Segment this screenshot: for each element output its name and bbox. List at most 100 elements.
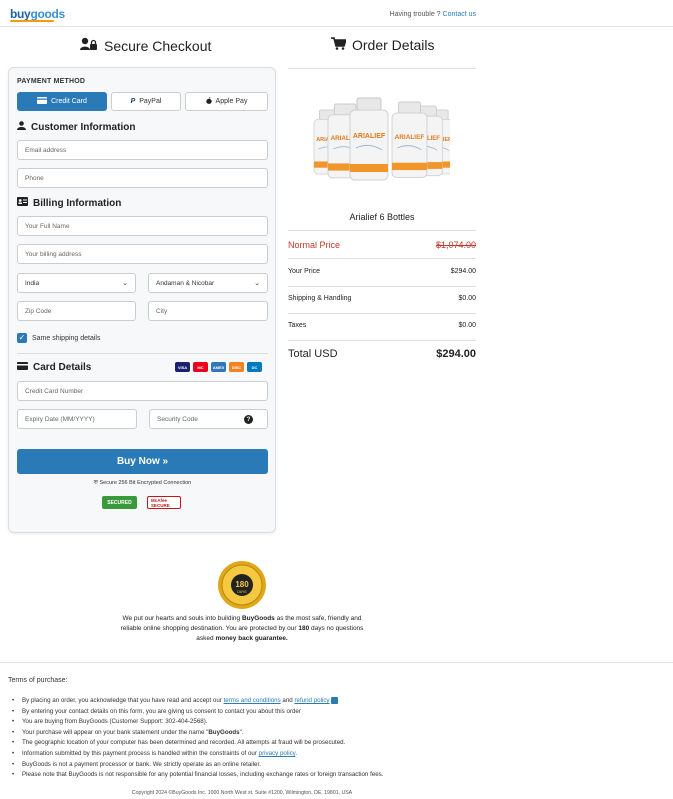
city-field[interactable]: City (148, 301, 268, 321)
zip-code-field[interactable]: Zip Code (17, 301, 136, 321)
question-circle-icon[interactable]: ? (244, 415, 253, 424)
terms-text: By placing an order, you acknowledge tha… (22, 697, 224, 704)
terms-and-conditions-link[interactable]: terms and conditions (224, 697, 281, 704)
country-select[interactable]: India ⌄ (17, 273, 136, 293)
your-price-value: $294.00 (450, 268, 476, 275)
mcafee-badge-text: McAfee SECURE (151, 497, 170, 508)
logo-text-buy: buy (10, 7, 31, 21)
buygoods-logo[interactable]: buygoods (10, 7, 65, 21)
contact-us-link[interactable]: Contact us (443, 11, 476, 18)
credit-card-option-button[interactable]: Credit Card (17, 92, 107, 111)
zip-placeholder: Zip Code (25, 307, 52, 315)
card-details-section-title: Card Details (17, 362, 91, 373)
security-code-field[interactable]: Security Code ? (149, 409, 268, 429)
terms-item: Information submitted by this payment pr… (12, 749, 662, 760)
product-name: Arialief 6 Bottles (349, 212, 415, 222)
card-number-placeholder: Credit Card Number (25, 387, 84, 395)
credit-card-option-label: Credit Card (51, 98, 87, 105)
secure-note-text: Secure 256 Bit Encrypted Connection (99, 480, 192, 486)
apple-pay-option-button[interactable]: Apple Pay (185, 92, 268, 111)
guarantee-text-1: We put our hearts and souls into buildin… (122, 615, 242, 622)
money-back-guarantee-seal: 180 DAYS (217, 560, 267, 610)
bottle-label: ARIALIEF (395, 134, 425, 141)
taxes-label: Taxes (288, 322, 307, 329)
secured-badge: SECURED (102, 496, 137, 509)
section-divider (17, 353, 268, 354)
terms-item: The geographic location of your computer… (12, 738, 662, 749)
terms-item: By placing an order, you acknowledge tha… (12, 696, 662, 707)
diners-icon: DC (247, 362, 262, 372)
terms-divider (0, 662, 673, 663)
guarantee-text: We put our hearts and souls into buildin… (120, 614, 364, 644)
state-select[interactable]: Andaman & Nicobar ⌄ (148, 273, 268, 293)
order-top-divider (288, 68, 476, 69)
phone-field[interactable]: Phone (17, 168, 268, 188)
secure-checkout-title: Secure Checkout (104, 37, 212, 54)
chevron-down-icon: ⌄ (254, 280, 260, 287)
trouble-label: Having trouble ? (389, 11, 441, 18)
billing-info-section-title: Billing Information (17, 197, 121, 209)
taxes-row: Taxes $0.00 (288, 322, 476, 329)
help-text: Having trouble ? Contact us (390, 11, 476, 18)
terms-text: Information submitted by this payment pr… (22, 749, 259, 757)
visa-icon: VISA (175, 362, 190, 372)
terms-title: Terms of purchase: (8, 677, 68, 684)
id-card-icon (17, 197, 28, 209)
secure-connection-note: ⛨ Secure 256 Bit Encrypted Connection (17, 480, 268, 487)
security-placeholder: Security Code (157, 415, 198, 423)
buy-now-button[interactable]: Buy Now » (17, 449, 268, 474)
guarantee-days: 180 (298, 625, 310, 632)
your-price-row: Your Price $294.00 (288, 268, 476, 275)
terms-text: Your purchase will appear on your bank s… (22, 728, 209, 736)
terms-item: Please note that BuyGoods is not respons… (12, 770, 662, 781)
normal-price-label: Normal Price (288, 240, 341, 250)
refund-policy-link[interactable]: refund policy (294, 697, 329, 704)
buy-now-label: Buy Now » (116, 456, 169, 467)
full-name-field[interactable]: Your Full Name (17, 216, 268, 236)
card-details-title: Card Details (33, 362, 92, 373)
expiry-date-field[interactable]: Expiry Date (MM/YYYY) (17, 409, 137, 429)
card-number-field[interactable]: Credit Card Number (17, 381, 268, 401)
paypal-option-label: PayPal (139, 98, 162, 105)
billing-info-title: Billing Information (33, 197, 122, 209)
security-badges: SECURED McAfee SECURE (102, 496, 181, 509)
secured-badge-text: SECURED (107, 499, 132, 506)
shield-icon: ⛨ (93, 480, 98, 486)
terms-bold: BuyGoods (208, 728, 240, 736)
total-value: $294.00 (436, 348, 476, 360)
terms-list: By placing an order, you acknowledge tha… (12, 696, 662, 781)
amex-icon: AMEX (211, 362, 226, 372)
expiry-placeholder: Expiry Date (MM/YYYY) (25, 415, 95, 423)
order-details-title: Order Details (352, 37, 435, 53)
same-shipping-checkbox[interactable]: ✓ (17, 333, 27, 343)
terms-item: By entering your contact details on this… (12, 707, 662, 718)
privacy-policy-link[interactable]: privacy policy (259, 750, 296, 757)
bottle: ARIALIEF (349, 97, 389, 181)
top-bar: buygoods Having trouble ? Contact us (0, 0, 673, 27)
shopping-cart-icon (331, 37, 348, 53)
bottle-label: ARIALIEF (353, 133, 386, 140)
logo-swoosh (10, 20, 54, 22)
same-shipping-row[interactable]: ✓ Same shipping details (17, 333, 101, 343)
email-placeholder: Email address (25, 146, 67, 154)
paypal-option-button[interactable]: P PayPal (111, 92, 181, 111)
phone-placeholder: Phone (25, 174, 44, 182)
billing-address-field[interactable]: Your billing address (17, 244, 268, 264)
same-shipping-label: Same shipping details (32, 334, 101, 342)
customer-info-title: Customer Information (31, 121, 136, 133)
order-divider (288, 313, 476, 314)
total-label: Total USD (288, 348, 338, 360)
normal-price-value: $1,074.00 (435, 240, 476, 250)
full-name-placeholder: Your Full Name (25, 222, 70, 230)
shipping-row: Shipping & Handling $0.00 (288, 295, 476, 302)
user-icon (17, 121, 26, 133)
total-row: Total USD $294.00 (288, 348, 476, 360)
guarantee-brand: BuyGoods (241, 615, 275, 622)
email-field[interactable]: Email address (17, 140, 268, 160)
terms-item: BuyGoods is not a payment processor or b… (12, 760, 662, 771)
order-details-heading: Order Details (331, 37, 434, 53)
guarantee-bold-end: money back guarantee. (215, 635, 288, 642)
user-lock-icon (80, 37, 98, 54)
external-link-icon[interactable] (331, 696, 339, 704)
order-divider (288, 230, 476, 231)
